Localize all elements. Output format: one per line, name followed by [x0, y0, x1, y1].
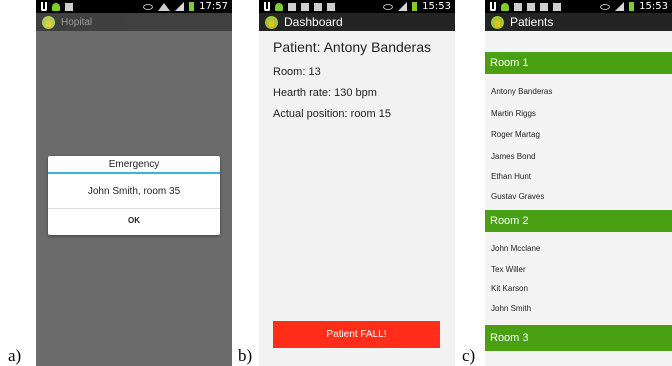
caption-c: c)	[462, 346, 476, 365]
caption-a: a)	[8, 346, 22, 365]
dashboard-content: Patient: Antony Banderas Room: 13 Hearth…	[259, 31, 455, 366]
list-item[interactable]: Antony Banderas	[491, 87, 552, 96]
patients-list: Room 1 Antony Banderas Martin Riggs Roge…	[485, 31, 672, 366]
app-title: Hopital	[61, 16, 93, 28]
list-item[interactable]: Tex Willer	[491, 265, 526, 274]
usb-icon	[490, 2, 496, 11]
app-bar: Hopital	[36, 13, 232, 31]
usb-icon	[264, 2, 270, 11]
list-item[interactable]: Ethan Hunt	[491, 172, 531, 181]
android-app-icon	[265, 15, 278, 29]
phone-screen-dashboard: 15:53 Dashboard Patient: Antony Banderas…	[259, 0, 455, 366]
android-notification-icon	[501, 2, 509, 11]
list-item[interactable]: John Mcclane	[491, 244, 540, 253]
patient-name-heading: Patient: Antony Banderas	[273, 39, 431, 55]
usb-icon	[41, 2, 47, 11]
dialog-message: John Smith, room 35	[48, 174, 220, 209]
android-app-icon	[42, 15, 55, 29]
check-notification-icon	[540, 2, 548, 11]
document-notification-icon	[514, 2, 522, 11]
eye-icon	[143, 3, 154, 10]
signal-icon	[398, 2, 408, 11]
app-bar: Dashboard	[259, 13, 455, 31]
eye-icon	[383, 3, 394, 10]
status-bar: 17:57	[36, 0, 232, 13]
room-header[interactable]: Room 3	[485, 325, 672, 351]
document-notification-icon	[288, 2, 296, 11]
caption-b: b)	[238, 346, 253, 365]
close-notification-icon	[327, 2, 335, 11]
eye-icon	[600, 3, 611, 10]
list-item[interactable]: Roger Martag	[491, 130, 540, 139]
phone-screen-emergency: 17:57 Hopital Emergency John Smith, room…	[36, 0, 232, 366]
list-item[interactable]: John Smith	[491, 304, 531, 313]
wifi-icon	[158, 2, 171, 11]
document-notification-icon	[65, 2, 73, 11]
battery-icon	[189, 2, 195, 11]
app-bar: Patients	[485, 13, 672, 31]
check-notification-icon	[314, 2, 322, 11]
android-notification-icon	[52, 2, 60, 11]
status-bar: 15:53	[485, 0, 672, 13]
image-notification-icon	[527, 2, 535, 11]
list-item[interactable]: Kit Karson	[491, 284, 528, 293]
signal-icon	[175, 2, 185, 11]
battery-icon	[629, 2, 635, 11]
dialog-title: Emergency	[48, 156, 220, 174]
app-title: Patients	[510, 15, 554, 29]
position-info: Actual position: room 15	[273, 108, 392, 120]
status-bar: 15:53	[259, 0, 455, 13]
list-item[interactable]: Gustav Graves	[491, 192, 544, 201]
android-app-icon	[491, 15, 504, 29]
heart-rate-info: Hearth rate: 130 bpm	[273, 87, 377, 99]
status-time: 17:57	[199, 1, 228, 12]
app-title: Dashboard	[284, 15, 343, 29]
android-notification-icon	[275, 2, 283, 11]
room-info: Room: 13	[273, 66, 321, 78]
room-header[interactable]: Room 2	[485, 210, 672, 232]
status-time: 15:53	[422, 1, 451, 12]
emergency-dialog: Emergency John Smith, room 35 OK	[48, 156, 220, 235]
image-notification-icon	[301, 2, 309, 11]
battery-icon	[412, 2, 418, 11]
ok-button[interactable]: OK	[48, 209, 220, 233]
list-item[interactable]: Martin Riggs	[491, 109, 536, 118]
dimmed-background: Emergency John Smith, room 35 OK	[36, 31, 232, 366]
close-notification-icon	[553, 2, 561, 11]
phone-screen-patients: 15:53 Patients Room 1 Antony Banderas Ma…	[485, 0, 672, 366]
status-time: 15:53	[639, 1, 668, 12]
patient-fall-button[interactable]: Patient FALL!	[273, 321, 440, 348]
room-header[interactable]: Room 1	[485, 52, 672, 74]
signal-icon	[615, 2, 625, 11]
list-item[interactable]: James Bond	[491, 152, 535, 161]
